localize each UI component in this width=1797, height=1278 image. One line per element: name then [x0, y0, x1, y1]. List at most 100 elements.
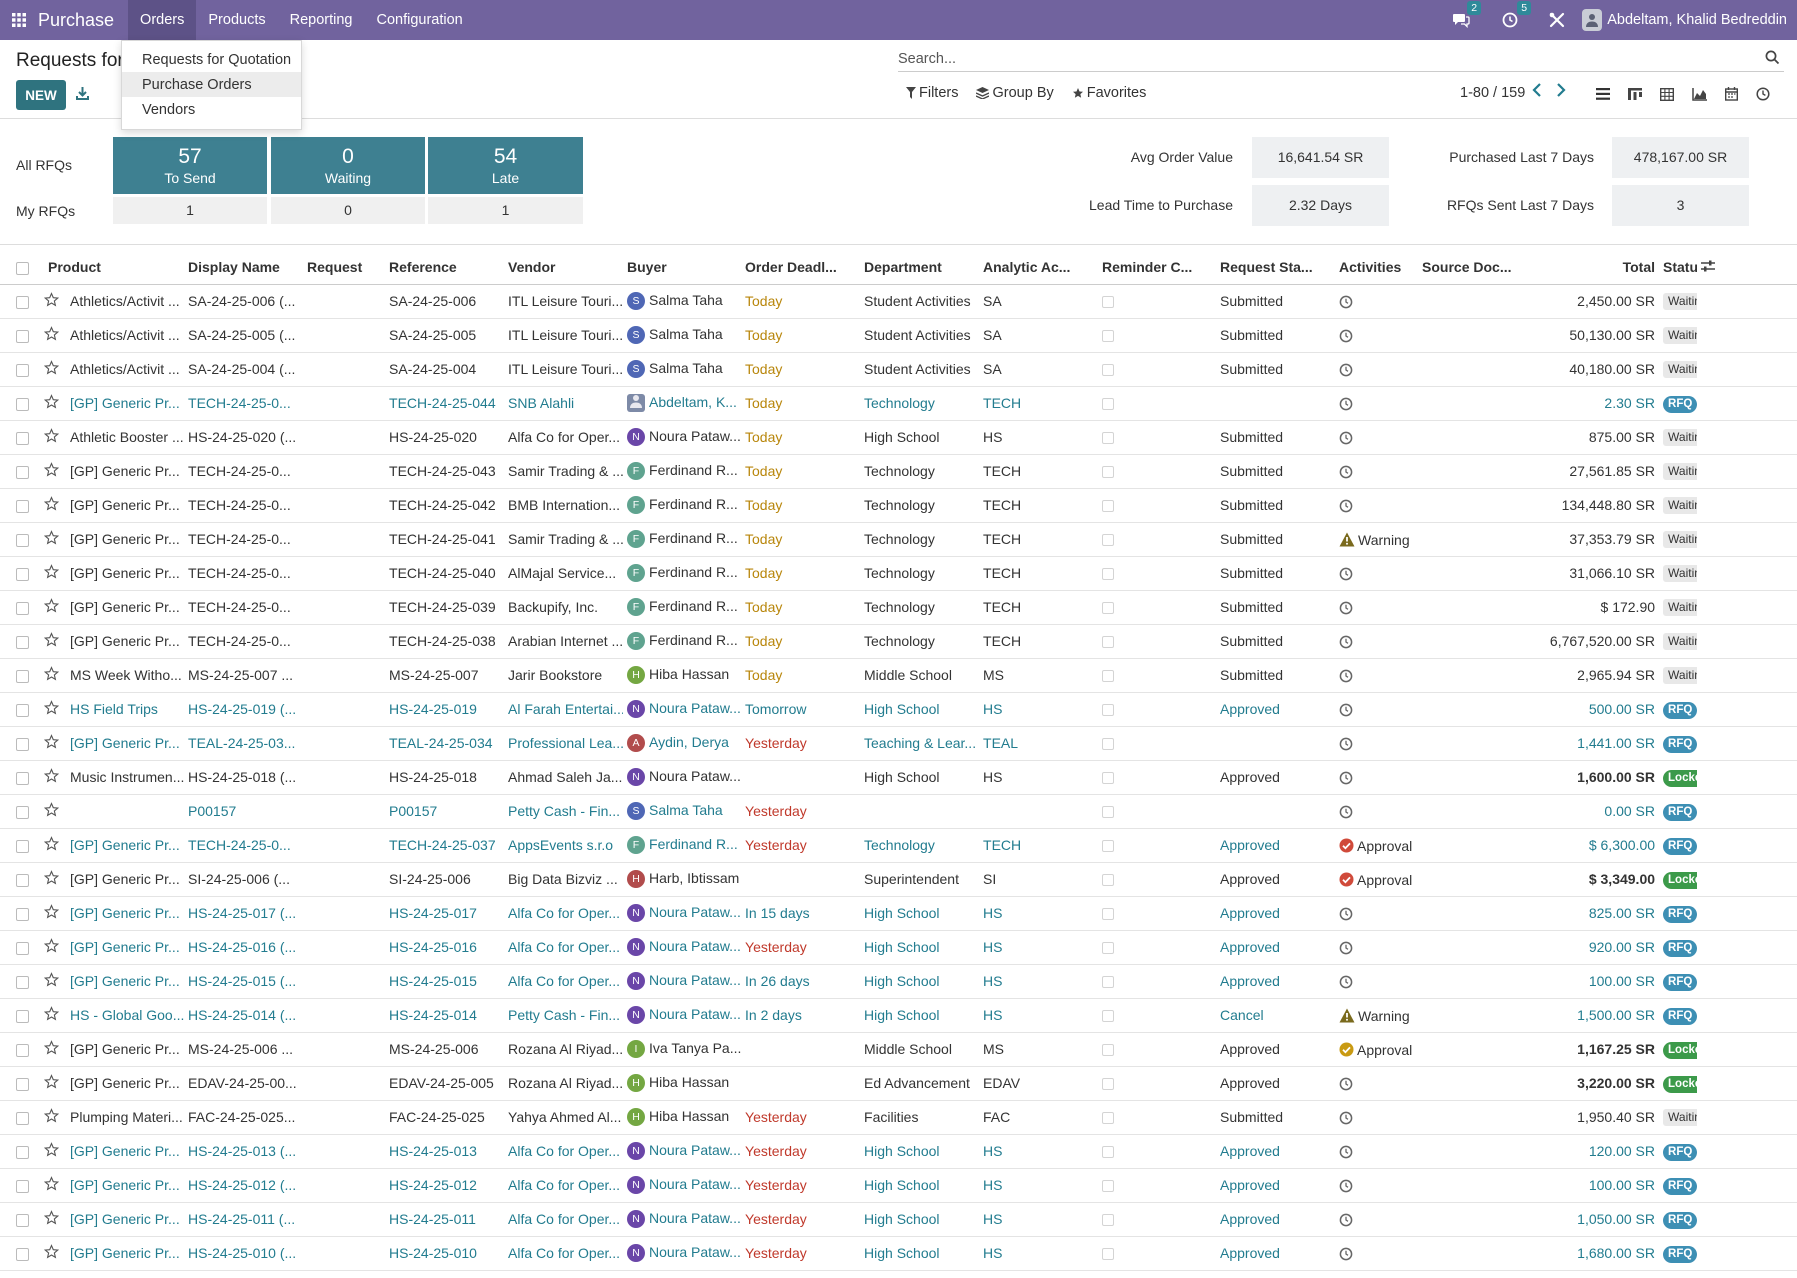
cell-activities[interactable] — [1335, 1168, 1419, 1203]
col-header-status[interactable]: Status — [1659, 250, 1698, 285]
table-row[interactable]: [GP] Generic Pr... HS-24-25-015 (... HS-24… — [0, 964, 1797, 999]
row-checkbox[interactable] — [16, 907, 29, 921]
tile-waiting[interactable]: 0 Waiting — [271, 137, 425, 194]
reminder-checkbox[interactable] — [1102, 670, 1115, 683]
row-checkbox[interactable] — [16, 1043, 29, 1057]
cell-activities[interactable] — [1335, 760, 1419, 795]
favorite-star-icon[interactable] — [44, 870, 60, 888]
search-icon[interactable] — [1765, 50, 1780, 65]
favorite-star-icon[interactable] — [44, 1142, 60, 1160]
cell-activities[interactable] — [1335, 692, 1419, 727]
favorite-star-icon[interactable] — [44, 734, 60, 752]
tile-to-send[interactable]: 57 To Send — [113, 137, 267, 194]
row-checkbox[interactable] — [16, 601, 29, 615]
my-late[interactable]: 1 — [428, 197, 583, 224]
warning-icon[interactable] — [1339, 1008, 1355, 1023]
table-row[interactable]: Athletics/Activit ... SA-24-25-005 (... SA… — [0, 318, 1797, 353]
app-menu-icon[interactable] — [0, 0, 38, 40]
row-checkbox[interactable] — [16, 499, 29, 513]
menu-configuration[interactable]: Configuration — [364, 0, 474, 40]
row-checkbox[interactable] — [16, 1179, 29, 1193]
pivot-view-icon[interactable] — [1651, 79, 1683, 109]
favorite-star-icon[interactable] — [44, 700, 60, 718]
reminder-checkbox[interactable] — [1102, 568, 1115, 581]
clock-icon[interactable] — [1339, 601, 1353, 615]
favorite-star-icon[interactable] — [44, 462, 60, 480]
reminder-checkbox[interactable] — [1102, 704, 1115, 717]
cell-activities[interactable]: Warning — [1335, 522, 1419, 557]
dropdown-item-purchase-orders[interactable]: Purchase Orders — [122, 72, 301, 97]
select-all-checkbox[interactable] — [16, 261, 29, 275]
table-row[interactable]: [GP] Generic Pr... TECH-24-25-0... TECH-24… — [0, 556, 1797, 591]
col-header-request[interactable]: Request — [303, 250, 386, 285]
row-checkbox[interactable] — [16, 1077, 29, 1091]
table-row[interactable]: [GP] Generic Pr... HS-24-25-016 (... HS-24… — [0, 930, 1797, 965]
menu-orders[interactable]: Orders — [128, 0, 197, 40]
filters-button[interactable]: Filters — [906, 85, 958, 101]
table-row[interactable]: Athletic Booster ... HS-24-25-020 (... HS-… — [0, 420, 1797, 455]
cell-activities[interactable] — [1335, 556, 1419, 591]
table-row[interactable]: [GP] Generic Pr... HS-24-25-017 (... HS-24… — [0, 896, 1797, 931]
my-waiting[interactable]: 0 — [271, 197, 425, 224]
reminder-checkbox[interactable] — [1102, 500, 1115, 513]
approval-check-icon[interactable] — [1339, 1042, 1354, 1057]
kanban-view-icon[interactable] — [1619, 79, 1651, 109]
favorite-star-icon[interactable] — [44, 1176, 60, 1194]
col-header-request-status[interactable]: Request Sta... — [1216, 250, 1336, 285]
table-row[interactable]: Athletics/Activit ... SA-24-25-006 (... SA… — [0, 284, 1797, 319]
cell-activities[interactable]: Approval — [1335, 828, 1419, 863]
reminder-checkbox[interactable] — [1102, 738, 1115, 751]
cell-activities[interactable] — [1335, 284, 1419, 319]
cell-activities[interactable] — [1335, 318, 1419, 353]
optional-columns-toggle[interactable] — [1697, 250, 1797, 285]
row-checkbox[interactable] — [16, 669, 29, 683]
table-row[interactable]: HS Field Trips HS-24-25-019 (... HS-24-25-… — [0, 692, 1797, 727]
cell-activities[interactable] — [1335, 590, 1419, 625]
favorite-star-icon[interactable] — [44, 1074, 60, 1092]
clock-icon[interactable] — [1339, 907, 1353, 921]
cell-activities[interactable] — [1335, 794, 1419, 829]
row-checkbox[interactable] — [16, 431, 29, 445]
reminder-checkbox[interactable] — [1102, 976, 1115, 989]
table-row[interactable]: [GP] Generic Pr... TECH-24-25-0... TECH-24… — [0, 522, 1797, 557]
reminder-checkbox[interactable] — [1102, 1214, 1115, 1227]
clock-icon[interactable] — [1339, 431, 1353, 445]
favorite-star-icon[interactable] — [44, 394, 60, 412]
clock-icon[interactable] — [1339, 805, 1353, 819]
cell-activities[interactable] — [1335, 1202, 1419, 1237]
table-row[interactable]: Music Instrumen... HS-24-25-018 (... HS-24… — [0, 760, 1797, 795]
favorite-star-icon[interactable] — [44, 1210, 60, 1228]
col-header-source-document[interactable]: Source Doc... — [1418, 250, 1544, 285]
app-title[interactable]: Purchase — [38, 10, 114, 31]
cell-activities[interactable] — [1335, 1066, 1419, 1101]
activity-view-icon[interactable] — [1747, 79, 1779, 109]
cell-activities[interactable] — [1335, 624, 1419, 659]
dropdown-item-rfq[interactable]: Requests for Quotation — [122, 47, 301, 72]
table-row[interactable]: [GP] Generic Pr... TECH-24-25-0... TECH-24… — [0, 590, 1797, 625]
table-row[interactable]: Plumping Materi... FAC-24-25-025... FAC-24… — [0, 1100, 1797, 1135]
cell-activities[interactable] — [1335, 930, 1419, 965]
calendar-view-icon[interactable] — [1715, 79, 1747, 109]
reminder-checkbox[interactable] — [1102, 1146, 1115, 1159]
clock-icon[interactable] — [1339, 737, 1353, 751]
row-checkbox[interactable] — [16, 1213, 29, 1227]
favorite-star-icon[interactable] — [44, 802, 60, 820]
clock-icon[interactable] — [1339, 635, 1353, 649]
clock-icon[interactable] — [1339, 771, 1353, 785]
table-row[interactable]: Athletics/Activit ... SA-24-25-004 (... SA… — [0, 352, 1797, 387]
graph-view-icon[interactable] — [1683, 79, 1715, 109]
clock-icon[interactable] — [1339, 669, 1353, 683]
reminder-checkbox[interactable] — [1102, 840, 1115, 853]
cell-activities[interactable] — [1335, 386, 1419, 421]
table-row[interactable]: [GP] Generic Pr... TECH-24-25-0... TECH-24… — [0, 454, 1797, 489]
favorite-star-icon[interactable] — [44, 292, 60, 310]
clock-icon[interactable] — [1339, 295, 1353, 309]
row-checkbox[interactable] — [16, 635, 29, 649]
clock-icon[interactable] — [1339, 363, 1353, 377]
row-checkbox[interactable] — [16, 329, 29, 343]
group-by-button[interactable]: Group By — [976, 85, 1054, 101]
table-row[interactable]: [GP] Generic Pr... HS-24-25-013 (... HS-24… — [0, 1134, 1797, 1169]
favorite-star-icon[interactable] — [44, 632, 60, 650]
new-button[interactable]: NEW — [16, 80, 66, 110]
favorite-star-icon[interactable] — [44, 598, 60, 616]
